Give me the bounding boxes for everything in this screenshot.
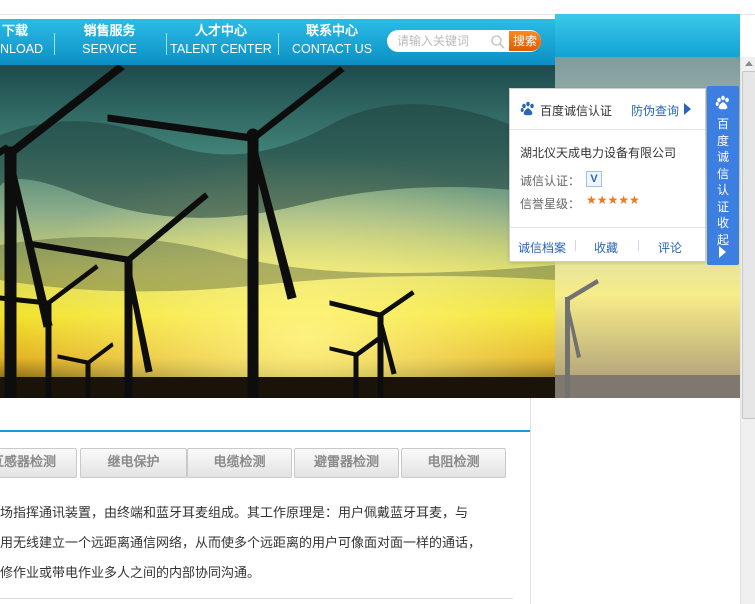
vertical-scrollbar[interactable]: [740, 57, 755, 604]
credit-archive-link[interactable]: 诚信档案: [518, 239, 566, 256]
nav-item-en: CONTACT US: [291, 42, 373, 56]
description-line: 场指挥通讯装置，由终端和蓝牙耳麦组成。其工作原理是：用户佩戴蓝牙耳麦，与: [0, 506, 469, 521]
description-line: 用无线建立一个远距离通信网络，从而使多个远距离的用户可像面对面一样的通话，: [0, 536, 482, 551]
nav-item-service[interactable]: 销售服务 SERVICE: [62, 19, 157, 65]
wind-turbine-image: [0, 65, 555, 398]
nav-item-cn: 联系中心: [305, 24, 358, 39]
nav-item-cn: 销售服务: [83, 24, 136, 39]
nav-item-cn: 人才中心: [194, 24, 247, 39]
search-box: 搜索: [387, 30, 541, 52]
play-arrow-icon[interactable]: [684, 103, 691, 115]
scroll-up-arrow-icon[interactable]: [745, 61, 753, 66]
favorite-link[interactable]: 收藏: [594, 239, 618, 256]
tab-resistance-test[interactable]: 电阻检测: [401, 448, 506, 478]
credit-panel-footer: 诚信档案 收藏 评论: [510, 227, 705, 262]
baidu-paw-icon: [520, 101, 534, 116]
browser-top-strip: [0, 0, 755, 15]
section-divider: [0, 430, 530, 432]
nav-bar-extension: [555, 14, 740, 57]
nav-separator: [166, 33, 167, 55]
nav-item-en: NLOAD: [0, 42, 44, 56]
tab-relay-protection[interactable]: 继电保护: [80, 448, 187, 478]
content-bottom-border: [0, 598, 513, 599]
credit-side-tab[interactable]: 百度诚信认证 收起: [707, 86, 739, 265]
nav-separator: [54, 33, 55, 55]
comment-link[interactable]: 评论: [658, 239, 682, 256]
nav-separator: [278, 33, 279, 55]
rating-stars: ★★★★★: [586, 193, 640, 207]
tab-transformer-test[interactable]: 互感器检测: [0, 448, 77, 478]
description-line: 修作业或带电作业多人之间的内部协同沟通。: [0, 566, 261, 581]
rating-label: 信誉星级：: [520, 197, 581, 211]
side-tab-label: 百度诚信认证 收起: [716, 117, 729, 247]
footer-separator: [638, 240, 639, 251]
nav-item-talent[interactable]: 人才中心 TALENT CENTER: [170, 19, 272, 65]
credit-panel-header: 百度诚信认证 防伪查询: [510, 89, 705, 130]
credit-certification-panel: 百度诚信认证 防伪查询 湖北仪天成电力设备有限公司 诚信认证： V 信誉星级： …: [509, 88, 706, 262]
footer-separator: [575, 240, 576, 251]
tab-cable-test[interactable]: 电缆检测: [187, 448, 292, 478]
search-input[interactable]: [397, 32, 487, 50]
nav-item-download[interactable]: 下载 NLOAD: [0, 19, 48, 65]
collapse-arrow-icon[interactable]: [719, 246, 726, 258]
credit-panel-title: 百度诚信认证: [540, 104, 613, 118]
nav-item-cn: 下载: [2, 24, 29, 39]
cert-label: 诚信认证：: [520, 174, 581, 188]
baidu-paw-icon: [715, 95, 729, 110]
nav-item-contact[interactable]: 联系中心 CONTACT US: [283, 19, 381, 65]
nav-item-en: TALENT CENTER: [170, 42, 272, 56]
hero-banner: [0, 65, 555, 398]
scrollbar-thumb[interactable]: [742, 71, 755, 419]
search-icon[interactable]: [490, 34, 506, 50]
company-name: 湖北仪天成电力设备有限公司: [520, 146, 677, 160]
nav-item-en: SERVICE: [82, 42, 137, 56]
tab-arrester-test[interactable]: 避雷器检测: [294, 448, 399, 478]
v-cert-badge[interactable]: V: [586, 171, 602, 187]
search-button[interactable]: 搜索: [509, 31, 541, 51]
anti-counterfeit-query-link[interactable]: 防伪查询: [631, 102, 679, 119]
product-content: 互感器检测 继电保护 电缆检测 避雷器检测 电阻检测 场指挥通讯装置，由终端和蓝…: [0, 398, 531, 604]
